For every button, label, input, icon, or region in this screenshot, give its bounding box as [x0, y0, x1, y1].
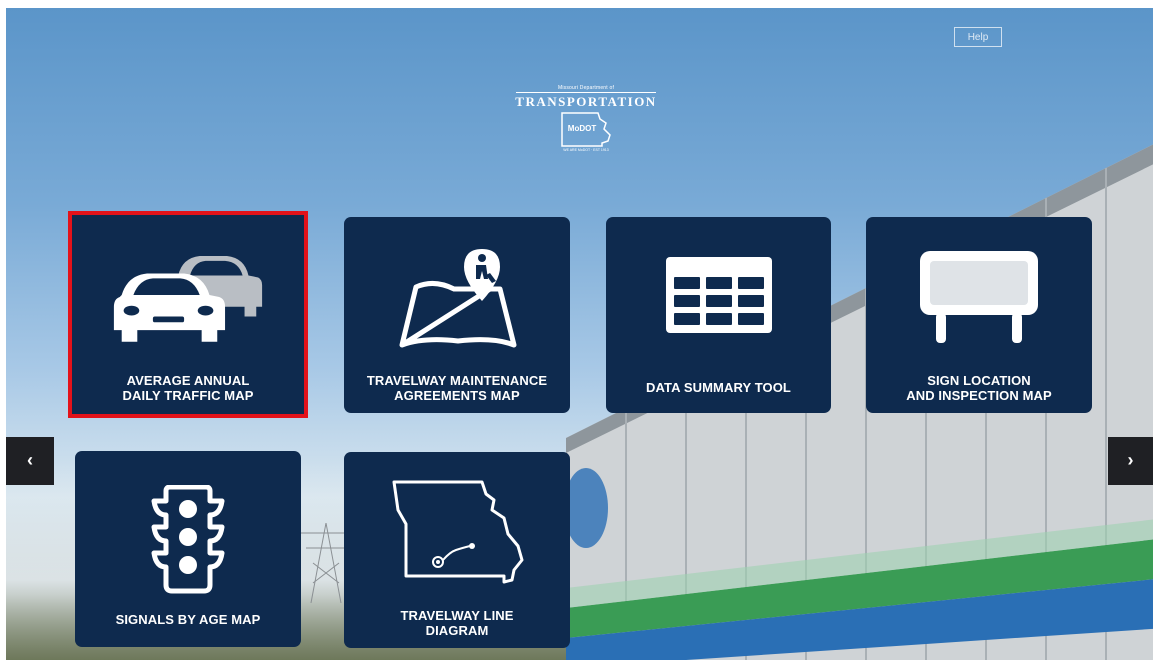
tile-label: SIGN LOCATION AND INSPECTION MAP	[906, 373, 1052, 403]
map-worker-pin-icon	[399, 249, 517, 348]
tile-label: TRAVELWAY MAINTENANCE AGREEMENTS MAP	[366, 373, 548, 403]
svg-text:MoDOT: MoDOT	[568, 124, 597, 133]
billboard-sign-icon	[920, 251, 1038, 343]
logo-divider	[516, 92, 656, 93]
tile-signals-by-age-map[interactable]: SIGNALS BY AGE MAP	[75, 451, 301, 647]
cars-icon	[113, 256, 263, 342]
tile-sign-location-and-inspection-map[interactable]: SIGN LOCATION AND INSPECTION MAP	[866, 217, 1092, 413]
tile-travelway-line-diagram[interactable]: TRAVELWAY LINE DIAGRAM	[344, 452, 570, 648]
tile-data-summary-tool[interactable]: DATA SUMMARY TOOL	[606, 217, 831, 413]
table-grid-icon	[666, 257, 772, 333]
tile-label: TRAVELWAY LINE DIAGRAM	[400, 608, 514, 638]
tile-label: AVERAGE ANNUAL DAILY TRAFFIC MAP	[122, 373, 254, 403]
help-button[interactable]: Help	[954, 27, 1002, 47]
carousel-prev-button[interactable]: ‹	[6, 437, 54, 485]
tile-label: DATA SUMMARY TOOL	[646, 380, 791, 395]
logo-title: TRANSPORTATION	[515, 94, 657, 109]
tile-travelway-maintenance-agreements-map[interactable]: TRAVELWAY MAINTENANCE AGREEMENTS MAP	[344, 217, 570, 413]
missouri-shape-icon: MoDOT	[561, 112, 611, 147]
missouri-map-line-icon	[392, 480, 524, 584]
modot-logo: Missouri Department of TRANSPORTATION Mo…	[505, 85, 667, 152]
carousel-next-button[interactable]: ›	[1108, 437, 1153, 485]
logo-small-text: Missouri Department of	[557, 85, 615, 91]
tile-average-annual-daily-traffic-map[interactable]: AVERAGE ANNUAL DAILY TRAFFIC MAP	[68, 211, 308, 418]
tile-label: SIGNALS BY AGE MAP	[115, 612, 261, 627]
logo-tagline: WE ARE MoDOT · EST 1913	[563, 148, 609, 152]
traffic-light-icon	[151, 485, 225, 594]
